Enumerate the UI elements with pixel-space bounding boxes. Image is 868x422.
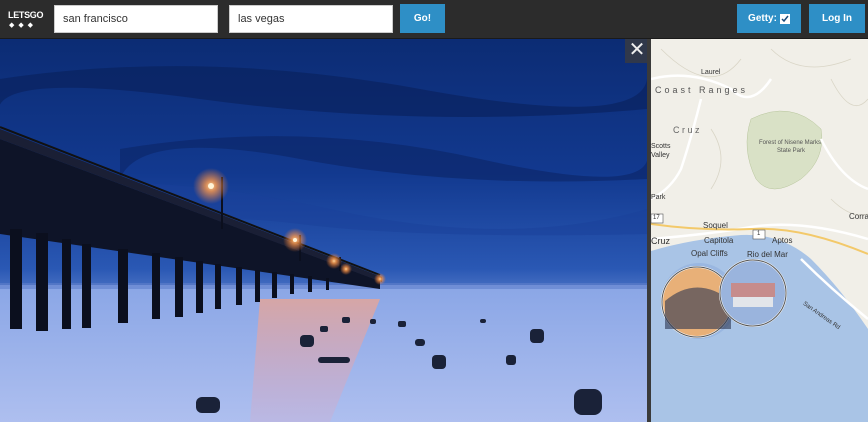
letsgo-logo[interactable]: LETSGO ◆ ◆ ◆ — [8, 8, 44, 30]
map-label-state-park: State Park — [777, 148, 806, 154]
map-label-corral: Corra — [849, 212, 868, 221]
map-route-1: 1 — [757, 231, 761, 237]
map-label-valley: Valley — [651, 152, 670, 159]
logo-dots-icon: ◆ ◆ ◆ — [9, 22, 35, 29]
map-label-cruz: Cruz — [651, 236, 671, 246]
map-label-san-andreas-rd: San Andreas Rd — [801, 301, 841, 331]
top-bar: LETSGO ◆ ◆ ◆ Go! Getty: Log In — [0, 0, 868, 39]
origin-input[interactable] — [54, 5, 218, 33]
map-panel[interactable]: Laurel Coast Ranges C r u z Forest of Ni… — [651, 39, 868, 422]
close-icon[interactable]: ✕ — [629, 39, 646, 61]
map-label-aptos: Aptos — [772, 236, 793, 245]
map-label-opal-cliffs: Opal Cliffs — [691, 249, 728, 258]
map-label-coast-ranges: Coast Ranges — [655, 85, 749, 95]
go-button[interactable]: Go! — [400, 4, 445, 33]
map-label-laurel: Laurel — [701, 69, 721, 76]
login-button-label: Log In — [822, 13, 852, 24]
map-label-park: Park — [651, 194, 666, 201]
map-label-forest: Forest of Nisene Marks — [759, 140, 822, 146]
map-route-17: 17 — [653, 215, 660, 221]
destination-input[interactable] — [229, 5, 393, 33]
logo-text: LETSGO — [8, 10, 44, 20]
checkbox-checked-icon[interactable] — [779, 13, 790, 24]
getty-toggle-button[interactable]: Getty: — [737, 4, 801, 33]
getty-label: Getty: — [748, 13, 777, 24]
map-label-cruz-range: C r u z — [673, 125, 700, 135]
photo-bubble-rio-del-mar[interactable] — [720, 260, 786, 326]
close-photo-button[interactable]: ✕ — [625, 39, 649, 63]
go-button-label: Go! — [413, 13, 432, 24]
map-label-rio-del-mar: Rio del Mar — [747, 250, 788, 259]
login-button[interactable]: Log In — [809, 4, 865, 33]
map-labels: Laurel Coast Ranges C r u z Forest of Ni… — [651, 39, 868, 422]
featured-photo — [0, 39, 647, 422]
pier-photo-image — [0, 39, 647, 422]
map-label-scotts: Scotts — [651, 143, 671, 150]
map-label-capitola: Capitola — [704, 236, 734, 245]
map-label-soquel: Soquel — [703, 221, 728, 230]
